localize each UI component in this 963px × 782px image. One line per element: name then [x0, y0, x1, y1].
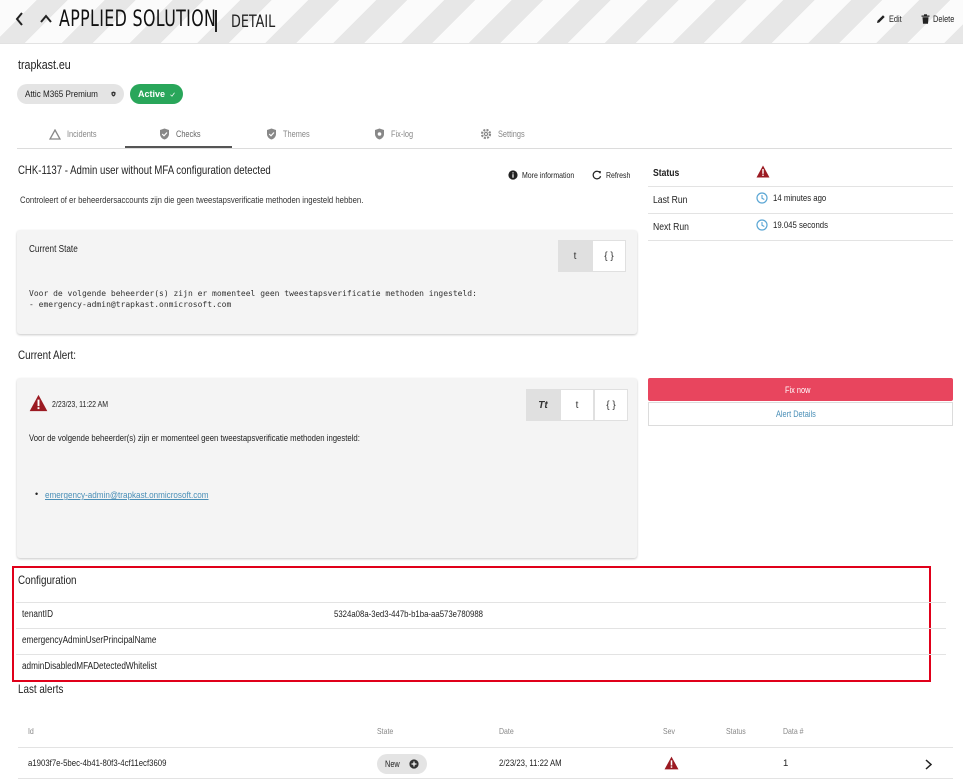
current-alert-card: 2/23/23, 11:22 AM Tt t { } Voor de volge…	[17, 378, 637, 558]
trash-icon	[921, 14, 930, 24]
tab-incidents[interactable]: Incidents	[49, 120, 103, 148]
alert-details-button[interactable]: Alert Details	[648, 402, 953, 426]
title-divider	[215, 10, 217, 32]
edit-button[interactable]: Edit	[876, 14, 905, 24]
column-status: Status	[726, 726, 746, 736]
refresh-icon	[592, 170, 602, 180]
tab-checks[interactable]: Checks	[159, 120, 206, 148]
tab-fix-log[interactable]: Fix-log	[374, 120, 418, 148]
configuration-heading: Configuration	[18, 573, 77, 587]
page-header: APPLIED SOLUTION DETAIL Edit Delete	[0, 0, 963, 44]
table-row[interactable]: a1903f7e-5bec-4b41-80f3-4cf11ecf3609 New…	[18, 749, 953, 779]
shield-gear-icon	[375, 128, 384, 140]
alert-timestamp: 2/23/23, 11:22 AM	[52, 399, 109, 409]
refresh-button[interactable]: Refresh	[592, 170, 636, 180]
last-run-label: Last Run	[653, 194, 688, 206]
last-run-value: 14 minutes ago	[756, 192, 838, 204]
last-alerts-heading: Last alerts	[18, 682, 64, 696]
bullet: •	[35, 489, 39, 499]
view-text-option[interactable]: t	[560, 389, 594, 421]
column-date: Date	[499, 726, 514, 736]
back-arrow-icon[interactable]	[15, 12, 25, 30]
config-key: emergencyAdminUserPrincipalName	[22, 635, 157, 646]
view-json-option[interactable]: { }	[594, 389, 628, 421]
gear-icon	[480, 128, 492, 140]
active-tab-indicator	[125, 146, 232, 148]
checkmark-icon	[170, 92, 175, 97]
next-run-value: 19.045 seconds	[756, 219, 840, 231]
current-state-label: Current State	[29, 244, 78, 255]
tab-settings[interactable]: Settings	[480, 120, 531, 148]
status-value	[756, 165, 770, 178]
shield-check-icon	[160, 128, 169, 140]
column-state: State	[377, 726, 394, 736]
tab-themes[interactable]: Themes	[266, 120, 316, 148]
config-key: adminDisabledMFADetectedWhitelist	[22, 661, 157, 672]
pencil-icon	[877, 15, 885, 23]
config-row-tenant-id: tenantID 5324a08a-3ed3-447b-b1ba-aa573e7…	[16, 602, 946, 628]
clock-icon	[756, 192, 768, 204]
shield-gear-icon	[111, 91, 116, 97]
status-badge: Active	[130, 84, 183, 104]
chevron-right-icon[interactable]	[925, 759, 932, 770]
page-subtitle: DETAIL	[231, 12, 276, 32]
alert-id: a1903f7e-5bec-4b41-80f3-4cf11ecf3609	[28, 758, 167, 769]
edit-label: Edit	[889, 14, 902, 24]
config-row-emergency-admin: emergencyAdminUserPrincipalName	[16, 628, 946, 654]
view-json-option[interactable]: { }	[592, 240, 626, 272]
check-title: CHK-1137 - Admin user without MFA config…	[18, 163, 271, 177]
tab-bar: Incidents Checks Themes Fix-log Settings	[17, 120, 952, 149]
config-key: tenantID	[22, 609, 54, 620]
next-run-row: Next Run 19.045 seconds	[648, 214, 953, 241]
config-value: 5324a08a-3ed3-447b-b1ba-aa573e780988	[334, 609, 484, 620]
current-state-view-toggle: t { }	[558, 240, 626, 272]
plan-badge: Attic M365 Premium	[17, 84, 124, 104]
current-state-line-1: Voor de volgende beheerder(s) zijn er mo…	[29, 289, 477, 298]
status-row: Status	[648, 160, 953, 187]
column-sev: Sev	[663, 726, 676, 736]
alert-list-item[interactable]: • emergency-admin@trapkast.onmicrosoft.c…	[35, 489, 227, 500]
last-alerts-table-header: Id State Date Sev Status Data #	[18, 720, 953, 748]
alert-message: Voor de volgende beheerder(s) zijn er mo…	[29, 433, 360, 443]
status-label: Status	[653, 167, 680, 179]
current-alert-heading: Current Alert:	[18, 348, 76, 362]
info-icon	[508, 170, 518, 180]
chevron-up-icon[interactable]	[39, 12, 53, 30]
last-run-row: Last Run 14 minutes ago	[648, 187, 953, 214]
delete-button[interactable]: Delete	[921, 14, 959, 24]
alert-view-toggle: Tt t { }	[526, 389, 628, 421]
tenant-name: trapkast.eu	[18, 57, 71, 72]
alert-date: 2/23/23, 11:22 AM	[499, 758, 562, 769]
new-dot-icon	[408, 759, 419, 769]
alert-data-count: 1	[783, 758, 789, 769]
check-description: Controleert of er beheerdersaccounts zij…	[20, 195, 364, 205]
page-title: APPLIED SOLUTION	[59, 7, 217, 32]
critical-icon	[756, 165, 770, 178]
critical-icon	[29, 394, 48, 412]
state-badge: New	[377, 754, 427, 774]
shield-check-icon	[267, 128, 276, 140]
fix-now-button[interactable]: Fix now	[648, 378, 953, 401]
clock-icon	[756, 219, 768, 231]
column-id: Id	[28, 726, 34, 736]
warning-triangle-icon	[49, 128, 61, 140]
column-data-count: Data #	[783, 726, 804, 736]
status-panel: Status Last Run 14 minutes ago Next Run …	[648, 160, 953, 241]
view-rich-text-option[interactable]: Tt	[526, 389, 560, 421]
current-state-card: Current State t { } Voor de volgende beh…	[17, 230, 637, 334]
view-text-option[interactable]: t	[558, 240, 592, 272]
more-information-button[interactable]: More information	[508, 170, 586, 180]
config-row-whitelist: adminDisabledMFADetectedWhitelist	[16, 654, 946, 680]
critical-icon	[664, 756, 679, 770]
current-state-line-2: - emergency-admin@trapkast.onmicrosoft.c…	[29, 300, 232, 309]
next-run-label: Next Run	[653, 221, 689, 233]
delete-label: Delete	[933, 14, 955, 24]
